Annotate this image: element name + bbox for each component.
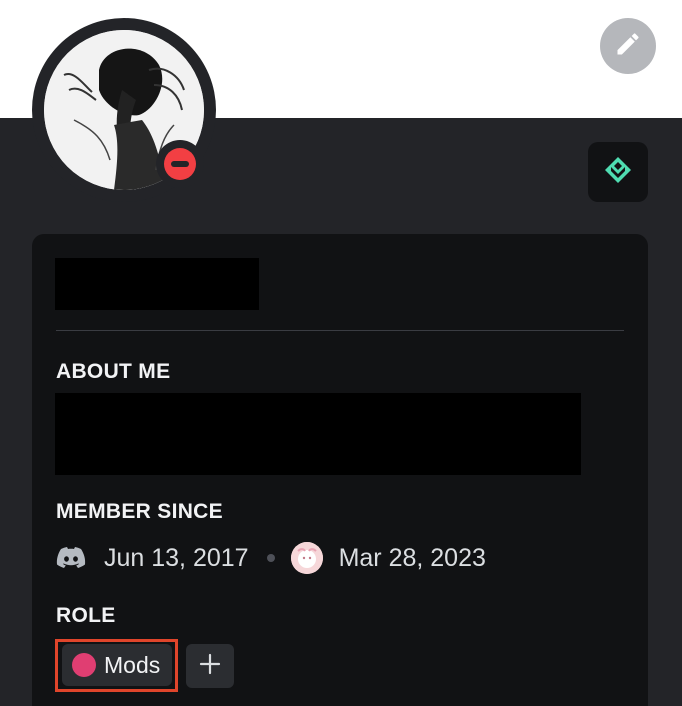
username-redacted — [55, 258, 259, 310]
member-since-row: Jun 13, 2017 Mar 28, 2023 — [56, 540, 486, 576]
discord-logo-icon — [56, 546, 86, 570]
member-since-heading: MEMBER SINCE — [56, 500, 223, 523]
server-join-date: Mar 28, 2023 — [338, 543, 486, 572]
status-indicator — [156, 140, 204, 188]
add-role-button[interactable] — [186, 644, 234, 688]
dnd-status-icon — [164, 148, 196, 180]
about-me-heading: ABOUT ME — [56, 360, 171, 383]
role-highlight-box — [55, 639, 178, 692]
nitro-boost-badge[interactable] — [588, 142, 648, 202]
plus-icon — [199, 653, 221, 680]
discord-join-date: Jun 13, 2017 — [104, 543, 249, 572]
separator-dot — [266, 554, 275, 562]
nitro-boost-icon — [603, 155, 633, 190]
role-heading: ROLE — [56, 604, 116, 627]
server-icon[interactable] — [290, 542, 323, 574]
edit-profile-button[interactable] — [600, 18, 656, 74]
pencil-icon — [614, 30, 642, 63]
divider — [56, 330, 624, 331]
about-me-text-redacted — [55, 393, 581, 475]
